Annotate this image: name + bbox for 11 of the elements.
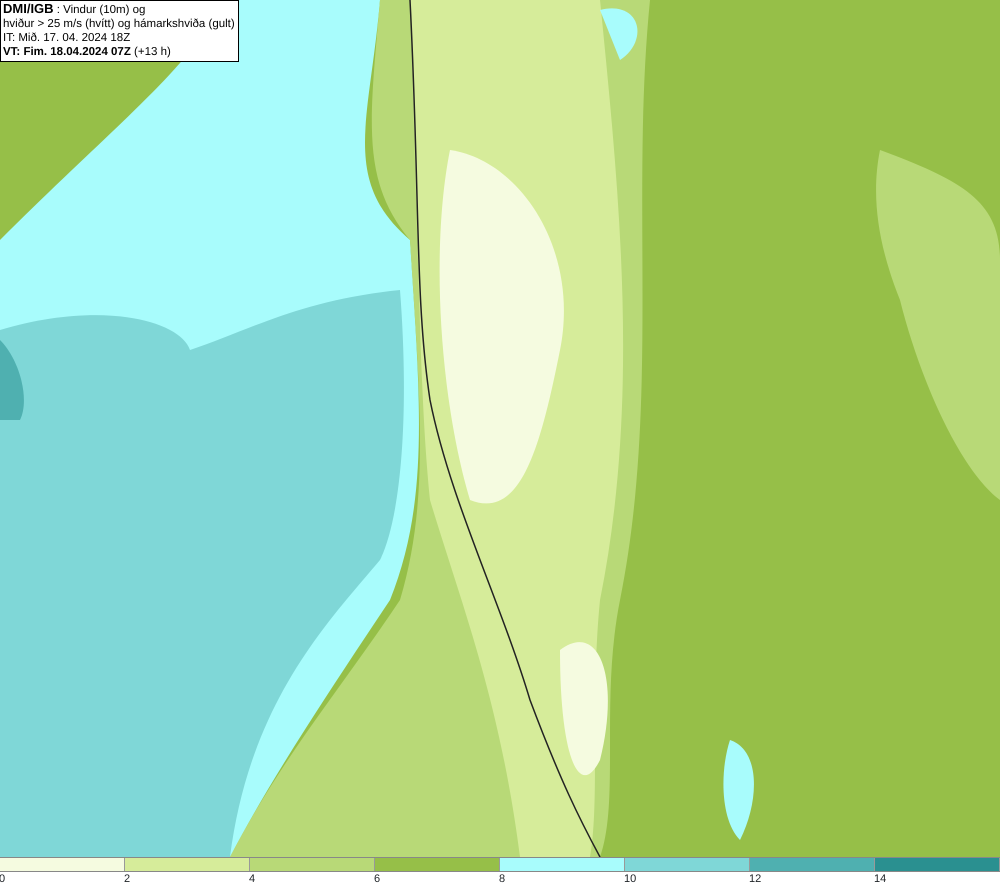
scale-label: 6 xyxy=(374,872,380,886)
legend-line: IT: Mið. 17. 04. 2024 18Z xyxy=(3,31,132,45)
scale-label: 2 xyxy=(124,872,130,886)
scale-label: 14 xyxy=(874,872,886,886)
scale-label: 12 xyxy=(749,872,762,886)
scale-label: 10 xyxy=(624,872,636,886)
legend-line: VT: Fim. 18.04.2024 07Z (+13 h) xyxy=(3,45,172,59)
legend-line: DMI/IGB : Vindur (10m) og xyxy=(3,2,146,17)
scale-label: 8 xyxy=(499,872,506,886)
legend-line: hviður > 25 m/s (hvítt) og hámarkshviða (gult) xyxy=(3,17,235,31)
scale-label: 4 xyxy=(249,872,256,886)
